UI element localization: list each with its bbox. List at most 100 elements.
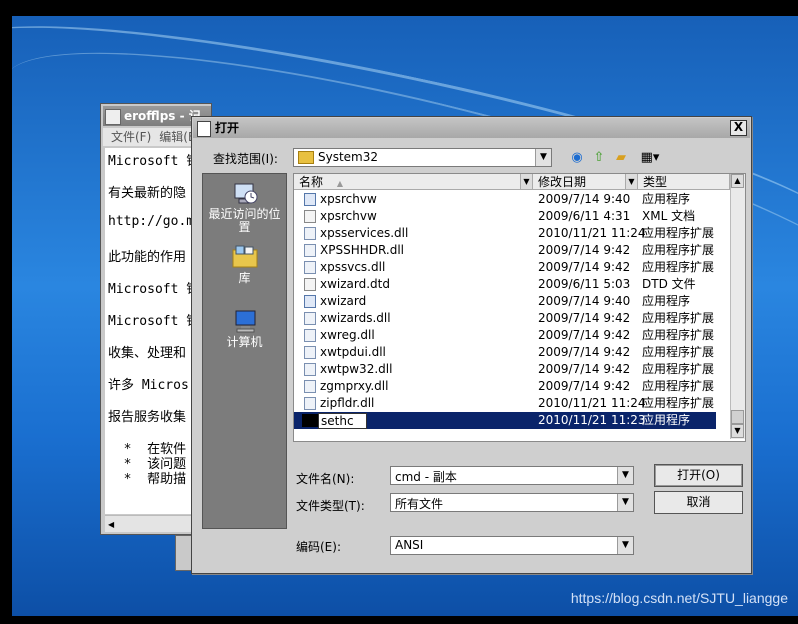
file-list-vscrollbar[interactable]: ▲ ▼ <box>730 174 745 439</box>
place-label: 最近访问的位置 <box>208 207 281 234</box>
chevron-down-icon[interactable]: ▼ <box>535 149 551 166</box>
application-icon <box>304 295 316 308</box>
column-header-date[interactable]: 修改日期 ▼ <box>533 174 638 190</box>
file-row[interactable]: zipfldr.dll 2010/11/21 11:24 应用程序扩展 <box>294 395 716 412</box>
scroll-thumb[interactable] <box>731 410 744 424</box>
file-name: xpssvcs.dll <box>320 260 386 274</box>
file-name: xwizard.dtd <box>320 277 390 291</box>
chevron-down-icon[interactable]: ▼ <box>617 537 633 554</box>
close-button[interactable]: X <box>730 120 747 136</box>
place-label: 计算机 <box>226 335 263 349</box>
file-list[interactable]: 名称 ▲ ▼ 修改日期 ▼ 类型 xpsrchvw 2009/7/14 9:40 应… <box>293 173 746 442</box>
file-date: 2009/7/14 9:42 <box>538 362 631 376</box>
scroll-down-icon[interactable]: ▼ <box>731 424 744 438</box>
dialog-titlebar[interactable]: 打开 X <box>193 118 750 138</box>
text-line: 此功能的作用 <box>108 250 187 265</box>
encoding-value: ANSI <box>395 538 424 552</box>
file-row[interactable]: xpsrchvw 2009/6/11 4:31 XML 文档 <box>294 208 716 225</box>
place-label: 库 <box>238 271 251 285</box>
scroll-left-icon[interactable]: ◀ <box>108 520 114 529</box>
chevron-down-icon[interactable]: ▼ <box>617 467 633 484</box>
file-name: xwreg.dll <box>320 328 375 342</box>
document-icon <box>304 210 316 223</box>
file-row[interactable]: XPSSHHDR.dll 2009/7/14 9:42 应用程序扩展 <box>294 242 716 259</box>
file-type: 应用程序 <box>642 413 691 427</box>
folder-icon <box>298 151 314 164</box>
file-row[interactable]: zgmprxy.dll 2009/7/14 9:42 应用程序扩展 <box>294 378 716 395</box>
notepad-icon <box>105 108 121 125</box>
file-row[interactable]: xpsrchvw 2009/7/14 9:40 应用程序 <box>294 191 716 208</box>
lookin-combo[interactable]: System32 ▼ <box>293 148 552 167</box>
file-date: 2009/7/14 9:42 <box>538 328 631 342</box>
file-row[interactable]: xwizard 2009/7/14 9:40 应用程序 <box>294 293 716 310</box>
dll-file-icon <box>304 329 316 342</box>
place-computer[interactable]: 计算机 <box>203 308 286 349</box>
dll-file-icon <box>304 346 316 359</box>
text-line: Microsoft 错 <box>108 282 200 297</box>
file-name: xwtpw32.dll <box>320 362 393 376</box>
column-header-name[interactable]: 名称 ▲ ▼ <box>294 174 533 190</box>
new-folder-icon[interactable]: ▰ <box>612 149 630 167</box>
file-row[interactable]: xwreg.dll 2009/7/14 9:42 应用程序扩展 <box>294 327 716 344</box>
text-line: http://go.m <box>108 214 195 229</box>
file-row[interactable]: xwtpw32.dll 2009/7/14 9:42 应用程序扩展 <box>294 361 716 378</box>
file-row[interactable]: xpsservices.dll 2010/11/21 11:24 应用程序扩展 <box>294 225 716 242</box>
open-file-dialog[interactable]: 打开 X 查找范围(I): System32 ▼ ◉ ⇧ ▰ ▦▾ 最近访问的位… <box>191 116 752 574</box>
place-recent[interactable]: 最近访问的位置 <box>203 180 286 234</box>
file-row[interactable]: xwizards.dll 2009/7/14 9:42 应用程序扩展 <box>294 310 716 327</box>
file-name: zgmprxy.dll <box>320 379 389 393</box>
file-date: 2010/11/21 11:23 <box>538 413 646 427</box>
file-type: 应用程序扩展 <box>642 345 715 359</box>
file-type: 应用程序扩展 <box>642 362 715 376</box>
file-name: xpsservices.dll <box>320 226 409 240</box>
file-date: 2009/7/14 9:42 <box>538 379 631 393</box>
document-icon <box>304 278 316 291</box>
file-name: xwizard <box>320 294 367 308</box>
file-type: 应用程序 <box>642 192 691 206</box>
file-type: 应用程序扩展 <box>642 396 715 410</box>
chevron-down-icon[interactable]: ▼ <box>520 174 532 189</box>
menu-file[interactable]: 文件(F) <box>111 130 151 144</box>
file-row-selected[interactable]: sethc 2010/11/21 11:23 应用程序 <box>294 412 716 429</box>
file-date: 2009/7/14 9:42 <box>538 311 631 325</box>
column-date-label: 修改日期 <box>538 175 587 189</box>
file-row[interactable]: xwtpdui.dll 2009/7/14 9:42 应用程序扩展 <box>294 344 716 361</box>
file-row[interactable]: xwizard.dtd 2009/6/11 5:03 DTD 文件 <box>294 276 716 293</box>
filetype-select[interactable]: 所有文件 ▼ <box>390 493 634 512</box>
encoding-label: 编码(E): <box>296 540 341 554</box>
encoding-select[interactable]: ANSI ▼ <box>390 536 634 555</box>
file-type: 应用程序扩展 <box>642 379 715 393</box>
chevron-down-icon[interactable]: ▼ <box>617 494 633 511</box>
column-header-type[interactable]: 类型 <box>638 174 730 190</box>
lookin-label: 查找范围(I): <box>213 152 278 166</box>
column-type-label: 类型 <box>643 175 668 189</box>
application-icon <box>304 193 316 206</box>
sort-up-icon: ▲ <box>336 179 343 188</box>
file-name: sethc <box>318 413 367 429</box>
dll-file-icon <box>304 397 316 410</box>
console-app-icon <box>302 414 318 427</box>
file-date: 2009/7/14 9:40 <box>538 294 631 308</box>
up-folder-icon[interactable]: ⇧ <box>590 149 608 167</box>
file-name: xwtpdui.dll <box>320 345 386 359</box>
filename-input[interactable]: cmd - 副本 ▼ <box>390 466 634 485</box>
view-menu-icon[interactable]: ▦▾ <box>638 149 662 167</box>
file-type: 应用程序扩展 <box>642 243 715 257</box>
chevron-down-icon[interactable]: ▼ <box>625 174 637 189</box>
file-date: 2009/7/14 9:42 <box>538 260 631 274</box>
open-button[interactable]: 打开(O) <box>654 464 743 487</box>
place-libraries[interactable]: 库 <box>203 244 286 285</box>
file-name: zipfldr.dll <box>320 396 375 410</box>
back-icon[interactable]: ◉ <box>568 149 586 167</box>
file-row[interactable]: xpssvcs.dll 2009/7/14 9:42 应用程序扩展 <box>294 259 716 276</box>
file-type: XML 文档 <box>642 209 696 223</box>
scroll-up-icon[interactable]: ▲ <box>731 174 744 188</box>
file-date: 2009/7/14 9:40 <box>538 192 631 206</box>
file-type: 应用程序扩展 <box>642 328 715 342</box>
file-date: 2010/11/21 11:24 <box>538 396 646 410</box>
file-date: 2009/6/11 5:03 <box>538 277 631 291</box>
recent-places-icon <box>234 183 257 204</box>
cancel-button[interactable]: 取消 <box>654 491 743 514</box>
text-line: Microsoft 错 <box>108 154 200 169</box>
file-date: 2009/7/14 9:42 <box>538 243 631 257</box>
